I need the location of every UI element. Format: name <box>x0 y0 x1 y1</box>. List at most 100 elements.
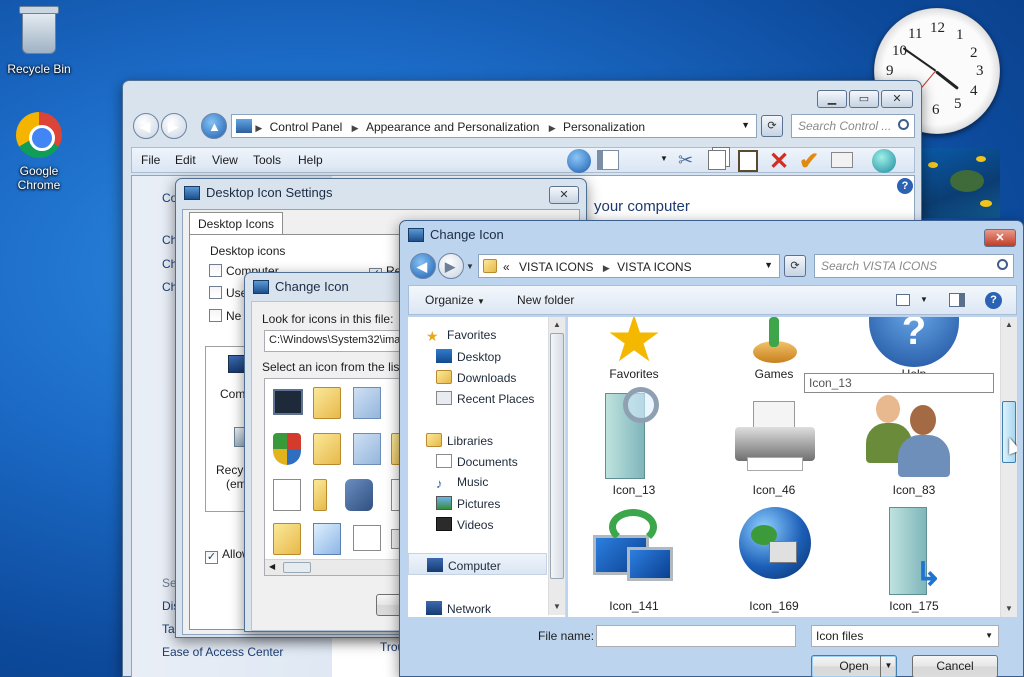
checkbox-user-files[interactable]: Use <box>209 286 247 300</box>
nav-desktop[interactable]: Desktop <box>436 349 501 369</box>
folder-icon[interactable] <box>313 387 341 419</box>
file-tile[interactable]: Icon_169 <box>714 507 834 613</box>
chevron-down-icon[interactable]: ▼ <box>920 295 928 304</box>
file-tile[interactable]: ↳ Icon_175 <box>854 507 974 613</box>
file-tile[interactable]: Games <box>714 317 834 381</box>
address-bar[interactable]: « VISTA ICONS ▶ VISTA ICONS ▼ <box>478 254 780 278</box>
menu-file[interactable]: File <box>141 153 160 167</box>
nav-music[interactable]: ♪ Music <box>436 475 488 495</box>
nav-computer[interactable]: Computer <box>408 553 547 575</box>
help-icon[interactable]: ? <box>897 178 913 194</box>
checkbox-box[interactable] <box>209 286 222 299</box>
close-button[interactable]: ✕ <box>984 229 1016 247</box>
breadcrumb-overflow[interactable]: « <box>503 260 510 274</box>
breadcrumb-vista-icons[interactable]: VISTA ICONS <box>617 260 691 274</box>
folder-icon[interactable] <box>313 479 327 511</box>
checkbox-box[interactable] <box>209 309 222 322</box>
breadcrumb-control-panel[interactable]: Control Panel <box>270 120 343 134</box>
breadcrumb-appearance[interactable]: Appearance and Personalization <box>366 120 539 134</box>
search-document-icon[interactable] <box>313 523 341 555</box>
file-tile[interactable]: Icon_141 <box>574 507 694 613</box>
tab-desktop-icons[interactable]: Desktop Icons <box>189 212 284 235</box>
preview-pane-icon[interactable] <box>949 293 965 307</box>
view-options-icon[interactable] <box>896 294 910 306</box>
maximize-button[interactable]: ▭ <box>849 90 879 108</box>
scroll-up-arrow[interactable]: ▲ <box>1001 317 1017 333</box>
forward-button[interactable]: ▶ <box>438 253 464 279</box>
nav-network[interactable]: Network <box>426 601 491 621</box>
folder-icon[interactable] <box>353 387 381 419</box>
desktop-icon-recycle-bin[interactable]: Recycle Bin <box>0 6 78 76</box>
open-button[interactable]: Open ▼ <box>811 655 897 677</box>
delete-icon[interactable]: ✕ <box>769 147 793 175</box>
minimize-button[interactable]: ▁ <box>817 90 847 108</box>
help-icon[interactable]: ? <box>985 292 1002 309</box>
file-tile[interactable]: ? Help <box>854 317 974 381</box>
refresh-button[interactable]: ⟳ <box>784 255 806 277</box>
scroll-left-arrow[interactable]: ◀ <box>269 562 275 571</box>
menu-tools[interactable]: Tools <box>253 153 281 167</box>
search-input[interactable]: Search Control ... <box>791 114 915 138</box>
checkbox-box[interactable] <box>209 264 222 277</box>
nav-recent-places[interactable]: Recent Places <box>436 391 534 411</box>
new-folder-button[interactable]: New folder <box>517 293 574 307</box>
puzzle-icon[interactable] <box>345 479 373 511</box>
filetype-select[interactable]: Icon files ▼ <box>811 625 999 647</box>
chevron-down-icon[interactable]: ▼ <box>466 262 474 271</box>
menu-edit[interactable]: Edit <box>175 153 196 167</box>
close-button[interactable]: ✕ <box>881 90 913 108</box>
nav-scrollbar[interactable]: ▲ ▼ <box>548 317 565 615</box>
window-icon[interactable] <box>353 525 381 551</box>
chevron-down-icon[interactable]: ▼ <box>741 120 750 130</box>
file-tile[interactable]: ★ Favorites <box>574 317 694 381</box>
ease-of-access-link[interactable]: Ease of Access Center <box>162 645 283 659</box>
nav-videos[interactable]: Videos <box>436 517 493 537</box>
scroll-up-arrow[interactable]: ▲ <box>549 317 565 333</box>
nav-favorites[interactable]: ★ Favorites <box>426 328 496 348</box>
shield-icon[interactable] <box>273 433 301 465</box>
menu-help[interactable]: Help <box>298 153 323 167</box>
scroll-down-arrow[interactable]: ▼ <box>549 599 565 615</box>
nav-pictures[interactable]: Pictures <box>436 496 500 516</box>
chevron-down-icon[interactable]: ▼ <box>764 260 773 270</box>
nav-downloads[interactable]: Downloads <box>436 370 516 390</box>
scroll-down-arrow[interactable]: ▼ <box>1001 601 1017 617</box>
filename-input[interactable] <box>596 625 796 647</box>
forward-button[interactable]: ▶ <box>161 113 187 139</box>
desktop-icon-google-chrome[interactable]: Google Chrome <box>0 112 78 192</box>
up-button[interactable]: ▲ <box>201 113 227 139</box>
blank-page-icon[interactable] <box>273 479 301 511</box>
checkbox-box[interactable] <box>205 551 218 564</box>
scroll-thumb[interactable] <box>283 562 311 573</box>
scroll-thumb[interactable] <box>550 333 564 579</box>
up-folder-icon[interactable] <box>567 149 591 173</box>
paste-icon[interactable] <box>738 150 758 172</box>
refresh-button[interactable]: ⟳ <box>761 115 783 137</box>
cut-icon[interactable]: ✂ <box>678 150 702 174</box>
search-input[interactable]: Search VISTA ICONS <box>814 254 1014 278</box>
organize-button[interactable]: Organize ▼ <box>425 293 485 307</box>
back-button[interactable]: ◀ <box>133 113 159 139</box>
breadcrumb-vista-icons-parent[interactable]: VISTA ICONS <box>519 260 593 274</box>
folder-icon[interactable] <box>313 433 341 465</box>
file-scrollbar[interactable]: ▲ ▼ <box>1000 317 1017 617</box>
nav-documents[interactable]: Documents <box>436 454 518 474</box>
panes-icon[interactable] <box>597 150 619 170</box>
screens-icon[interactable] <box>273 389 303 415</box>
apply-icon[interactable]: ✔ <box>799 147 823 175</box>
address-bar[interactable]: ▶ Control Panel ▶ Appearance and Persona… <box>231 114 757 138</box>
file-tile[interactable]: Icon_83 <box>854 387 974 497</box>
file-tile[interactable]: Icon_13 <box>574 387 694 497</box>
properties-icon[interactable] <box>831 152 853 168</box>
file-tile[interactable]: Icon_46 <box>714 387 834 497</box>
chevron-down-icon[interactable]: ▼ <box>880 656 896 677</box>
nav-libraries[interactable]: Libraries <box>426 433 493 453</box>
copy-icon[interactable] <box>708 150 726 170</box>
folder-icon[interactable] <box>273 523 301 555</box>
globe-icon[interactable] <box>872 149 896 173</box>
folder-icon[interactable] <box>353 433 381 465</box>
back-button[interactable]: ◀ <box>410 253 436 279</box>
menu-view[interactable]: View <box>212 153 238 167</box>
close-button[interactable]: ✕ <box>549 186 579 204</box>
checkbox-network[interactable]: Ne <box>209 309 241 323</box>
